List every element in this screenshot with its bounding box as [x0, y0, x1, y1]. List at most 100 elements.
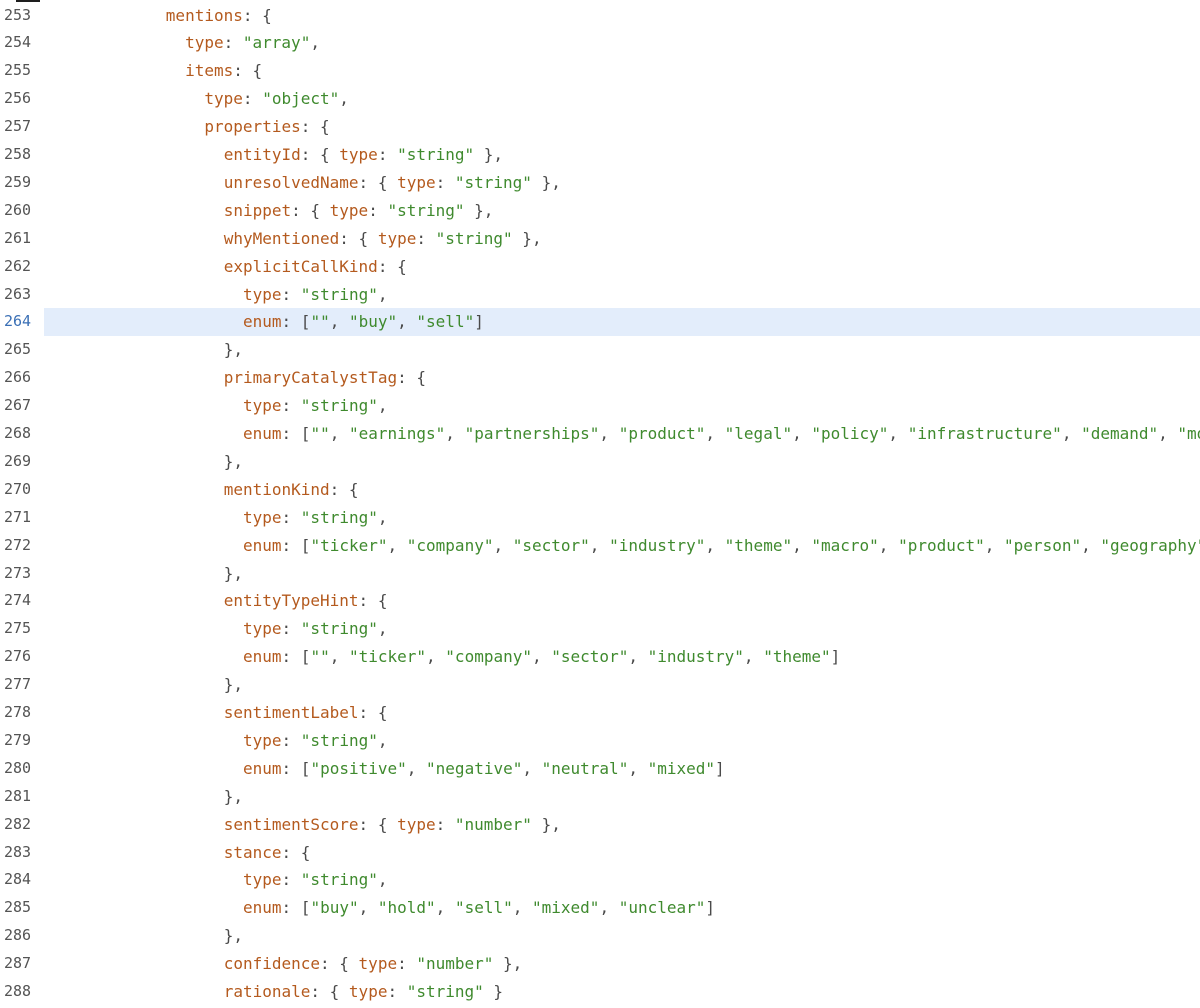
code-content[interactable]: properties: {: [44, 113, 1200, 141]
code-line[interactable]: 269},: [0, 448, 1200, 476]
code-content[interactable]: type: "string",: [44, 615, 1200, 643]
code-content[interactable]: sentimentLabel: {: [44, 699, 1200, 727]
code-line[interactable]: 280 enum: ["positive", "negative", "neutr…: [0, 755, 1200, 783]
code-content[interactable]: },: [44, 671, 1200, 699]
code-line[interactable]: 282 sentimentScore: { type: "number" },: [0, 811, 1200, 839]
code-line[interactable]: 265},: [0, 336, 1200, 364]
code-line[interactable]: 277},: [0, 671, 1200, 699]
code-content[interactable]: entityId: { type: "string" },: [44, 141, 1200, 169]
code-line[interactable]: 278 sentimentLabel: {: [0, 699, 1200, 727]
string-literal: "partnerships": [464, 424, 600, 443]
code-content[interactable]: mentions: {: [44, 2, 1200, 30]
code-line[interactable]: 270 mentionKind: {: [0, 476, 1200, 504]
code-line[interactable]: 288 rationale: { type: "string" }: [0, 978, 1200, 1006]
line-number: 277: [4, 675, 32, 694]
code-line[interactable]: 286},: [0, 922, 1200, 950]
code-content[interactable]: explicitCallKind: {: [44, 253, 1200, 281]
code-line[interactable]: 276 enum: ["", "ticker", "company", "sect…: [0, 643, 1200, 671]
code-content[interactable]: },: [44, 560, 1200, 588]
code-content[interactable]: type: "string",: [44, 866, 1200, 894]
code-line[interactable]: 274 entityTypeHint: {: [0, 587, 1200, 615]
code-line[interactable]: 253 mentions: {: [0, 2, 1200, 30]
code-line[interactable]: 287 confidence: { type: "number" },: [0, 950, 1200, 978]
code-tokens: enum: ["", "buy", "sell"]: [243, 308, 484, 336]
code-content[interactable]: },: [44, 336, 1200, 364]
code-line[interactable]: 256 type: "object",: [0, 85, 1200, 113]
code-content[interactable]: enum: ["ticker", "company", "sector", "i…: [44, 532, 1200, 560]
punctuation: ,: [589, 535, 610, 555]
code-editor[interactable]: 253 mentions: {254 type: "array", 255 items:…: [0, 0, 1200, 1008]
code-line[interactable]: 268 enum: ["", "earnings", "partnerships"…: [0, 420, 1200, 448]
code-content[interactable]: type: "object",: [44, 85, 1200, 113]
punctuation: : {: [358, 591, 388, 611]
code-content[interactable]: },: [44, 922, 1200, 950]
code-line[interactable]: 263 type: "string",: [0, 281, 1200, 309]
code-line[interactable]: 259 unresolvedName: { type: "string" },: [0, 169, 1200, 197]
string-literal: "policy": [811, 424, 889, 443]
code-line[interactable]: 258 entityId: { type: "string" },: [0, 141, 1200, 169]
code-content[interactable]: sentimentScore: { type: "number" },: [44, 811, 1200, 839]
code-content[interactable]: type: "string",: [44, 727, 1200, 755]
code-content[interactable]: entityTypeHint: {: [44, 587, 1200, 615]
code-content[interactable]: enum: ["", "buy", "sell"]: [44, 308, 1200, 337]
code-content[interactable]: enum: ["positive", "negative", "neutral"…: [44, 755, 1200, 783]
string-literal: "hold": [377, 898, 436, 918]
punctuation: },: [223, 675, 243, 695]
code-line[interactable]: 261 whyMentioned: { type: "string" },: [0, 225, 1200, 253]
code-tokens: type: "string",: [243, 866, 388, 894]
code-line[interactable]: 272 enum: ["ticker", "company", "sector",…: [0, 532, 1200, 560]
code-content[interactable]: snippet: { type: "string" },: [44, 197, 1200, 225]
code-content[interactable]: rationale: { type: "string" }: [44, 978, 1200, 1006]
code-line[interactable]: 285 enum: ["buy", "hold", "sell", "mixed"…: [0, 894, 1200, 922]
code-line[interactable]: 262 explicitCallKind: {: [0, 253, 1200, 281]
code-content[interactable]: type: "string",: [44, 504, 1200, 532]
code-line[interactable]: 257 properties: {: [0, 113, 1200, 141]
code-content[interactable]: stance: {: [44, 839, 1200, 867]
code-line[interactable]: 283 stance: {: [0, 839, 1200, 867]
code-line[interactable]: 275 type: "string",: [0, 615, 1200, 643]
code-content[interactable]: enum: ["", "earnings", "partnerships", "…: [44, 420, 1200, 448]
code-tokens: type: "array",: [185, 29, 320, 57]
code-content[interactable]: mentionKind: {: [44, 476, 1200, 504]
code-content[interactable]: whyMentioned: { type: "string" },: [44, 225, 1200, 253]
code-line[interactable]: 255 items: {: [0, 57, 1200, 85]
code-line[interactable]: 260 snippet: { type: "string" },: [0, 197, 1200, 225]
code-content[interactable]: unresolvedName: { type: "string" },: [44, 169, 1200, 197]
punctuation: ,: [397, 312, 417, 332]
code-line[interactable]: 254 type: "array",: [0, 29, 1200, 57]
code-content[interactable]: items: {: [44, 57, 1200, 85]
code-content[interactable]: enum: ["buy", "hold", "sell", "mixed", "…: [44, 894, 1200, 922]
punctuation: ,: [493, 535, 513, 555]
code-content[interactable]: type: "string",: [44, 392, 1200, 420]
code-content[interactable]: },: [44, 448, 1200, 476]
code-content[interactable]: primaryCatalystTag: {: [44, 364, 1200, 392]
punctuation: ,: [377, 284, 388, 304]
code-content[interactable]: enum: ["", "ticker", "company", "sector"…: [44, 643, 1200, 671]
line-number: 259: [4, 172, 32, 191]
punctuation: :: [281, 619, 301, 639]
string-literal: "object": [262, 89, 340, 109]
string-literal: "sell": [416, 312, 475, 332]
punctuation: ,: [339, 89, 349, 109]
code-content[interactable]: confidence: { type: "number" },: [44, 950, 1200, 978]
code-content[interactable]: },: [44, 783, 1200, 811]
line-number: 262: [4, 256, 32, 275]
line-number: 281: [4, 786, 32, 805]
code-line[interactable]: 266 primaryCatalystTag: {: [0, 364, 1200, 392]
string-literal: "negative": [426, 758, 523, 778]
code-line[interactable]: 284 type: "string",: [0, 866, 1200, 894]
punctuation: ,: [1158, 424, 1178, 443]
code-line[interactable]: 281},: [0, 783, 1200, 811]
code-content[interactable]: type: "string",: [44, 281, 1200, 309]
code-line[interactable]: 271 type: "string",: [0, 504, 1200, 532]
code-line[interactable]: 264 enum: ["", "buy", "sell"]: [0, 308, 1200, 337]
property-key: type: [243, 396, 282, 416]
code-line[interactable]: 273},: [0, 560, 1200, 588]
line-number: 271: [4, 507, 32, 526]
punctuation: ]: [474, 312, 484, 332]
code-content[interactable]: type: "array",: [44, 29, 1200, 57]
code-line[interactable]: 267 type: "string",: [0, 392, 1200, 420]
string-literal: "geography": [1100, 535, 1200, 555]
line-number: 274: [4, 591, 32, 610]
code-line[interactable]: 279 type: "string",: [0, 727, 1200, 755]
